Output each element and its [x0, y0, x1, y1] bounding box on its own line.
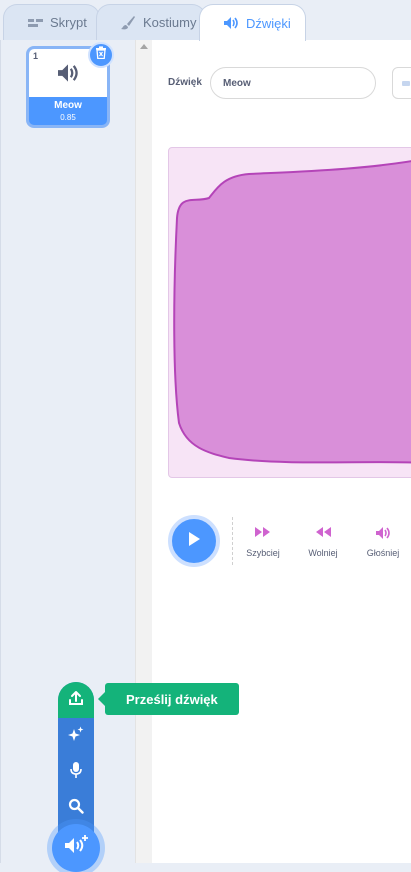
upload-sound-tooltip: Prześlij dźwięk: [98, 683, 239, 715]
effects-divider: [232, 517, 233, 565]
search-sound-button[interactable]: [58, 790, 94, 826]
sound-name-label: Dźwięk: [168, 77, 202, 88]
tab-sounds[interactable]: Dźwięki: [199, 4, 306, 41]
tooltip-text: Prześlij dźwięk: [126, 691, 218, 707]
louder-icon: [358, 526, 408, 542]
trash-icon: [95, 46, 107, 64]
effect-louder-label: Głośniej: [366, 548, 400, 558]
editor-tabs: Skrypt Kostiumy Dźwięki: [0, 0, 411, 41]
sound-name-input[interactable]: [210, 67, 376, 99]
effect-faster-button[interactable]: Szybciej: [238, 526, 288, 558]
add-sound-button[interactable]: [52, 824, 100, 872]
faster-icon: [238, 526, 288, 542]
brush-icon: [119, 14, 137, 32]
surprise-sound-button[interactable]: [58, 718, 94, 754]
record-icon: [69, 761, 83, 784]
sound-item-number: 1: [33, 51, 39, 61]
tab-code[interactable]: Skrypt: [3, 4, 100, 40]
tab-costumes-label: Kostiumy: [143, 15, 197, 30]
sound-item-duration: 0.85: [60, 113, 76, 122]
speaker-icon: [222, 14, 240, 32]
surprise-icon: [68, 726, 84, 747]
delete-sound-button[interactable]: [88, 42, 114, 68]
upload-sound-button[interactable]: [58, 682, 94, 718]
sound-list-scrollbar[interactable]: [135, 40, 152, 863]
effect-slower-button[interactable]: Wolniej: [298, 526, 348, 558]
sound-editor: Dźwięk Szybciej Wolniej Głośniej: [152, 40, 411, 863]
waveform-area[interactable]: [168, 147, 411, 478]
effect-louder-button[interactable]: Głośniej: [358, 526, 408, 558]
search-icon: [68, 798, 84, 819]
slower-icon: [298, 526, 348, 542]
record-sound-button[interactable]: [58, 754, 94, 790]
add-sound-icon: [63, 834, 89, 863]
undo-button[interactable]: [392, 67, 411, 99]
tab-sounds-label: Dźwięki: [246, 15, 291, 31]
play-icon: [187, 531, 201, 552]
scroll-up-arrow-icon[interactable]: [140, 44, 148, 49]
tab-code-label: Skrypt: [50, 15, 87, 30]
tab-costumes[interactable]: Kostiumy: [96, 4, 206, 40]
upload-icon: [68, 690, 84, 711]
effect-slower-label: Wolniej: [308, 548, 338, 558]
play-button[interactable]: [168, 515, 220, 567]
effect-faster-label: Szybciej: [246, 548, 280, 558]
sound-item-name: Meow: [54, 100, 82, 111]
speaker-icon: [56, 63, 80, 88]
waveform: [173, 160, 411, 464]
code-icon: [26, 14, 44, 32]
